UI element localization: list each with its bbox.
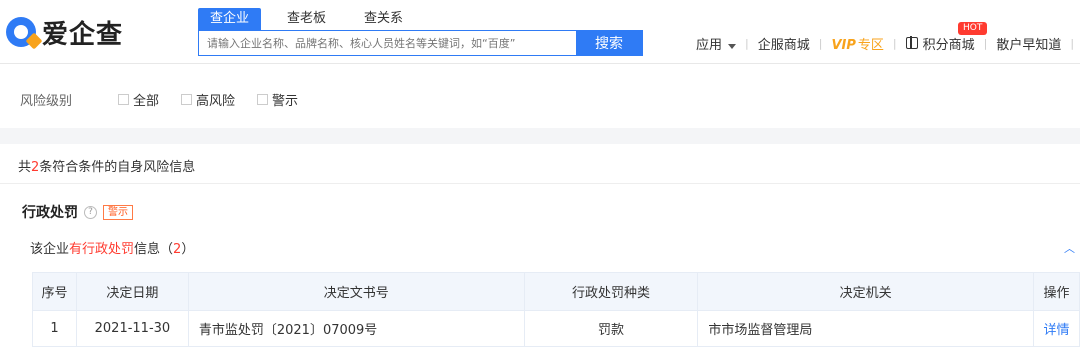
tab-company[interactable]: 查企业 [198, 8, 262, 30]
logo[interactable]: 爱企查 [6, 12, 123, 52]
filter-all[interactable]: 全部 [118, 90, 159, 109]
table-row: 1 2021-11-30 青市监处罚〔2021〕07009号 罚款 市市场监督管… [32, 310, 1080, 347]
table-header-row: 序号 决定日期 决定文书号 行政处罚种类 决定机关 操作 [32, 272, 1080, 311]
result-summary: 共2条符合条件的自身风险信息 [0, 144, 1080, 184]
col-action: 操作 [1033, 272, 1080, 311]
nav-investor[interactable]: 散户早知道 [996, 34, 1061, 53]
nav-vip-zone[interactable]: VIP 专区 [831, 34, 883, 53]
search-input[interactable] [199, 31, 576, 55]
tab-boss[interactable]: 查老板 [275, 8, 338, 30]
top-nav: 应用 | 企服商城 | VIP 专区 | 积分商城 | 散户早知道 | [696, 34, 1080, 53]
logo-text: 爱企查 [42, 19, 124, 50]
gift-icon [905, 36, 918, 49]
help-icon[interactable]: ? [84, 205, 97, 219]
detail-link[interactable]: 详情 [1043, 323, 1069, 338]
checkbox[interactable] [118, 94, 129, 105]
cell-authority: 市市场监督管理局 [697, 310, 1034, 347]
chevron-up-icon[interactable]: ︿ [1064, 240, 1075, 256]
filter-label: 风险级别 [20, 94, 73, 109]
search-button[interactable]: 搜索 [576, 31, 642, 55]
checkbox[interactable] [181, 94, 193, 105]
cell-penalty-type: 罚款 [523, 310, 699, 347]
section-subheading: 该企业有行政处罚信息（2） [30, 242, 195, 257]
divider-band [0, 128, 1080, 144]
cell-action: 详情 [1033, 310, 1080, 347]
col-penalty-type: 行政处罚种类 [523, 272, 699, 311]
cell-date: 2021-11-30 [75, 310, 189, 347]
nav-points-mall[interactable]: 积分商城 [905, 34, 975, 53]
search-box: 搜索 [198, 30, 643, 56]
warning-tag: 警示 [103, 204, 133, 220]
logo-icon [6, 17, 43, 50]
filter-options: 全部 高风险 警示 [118, 90, 298, 109]
penalty-table: 序号 决定日期 决定文书号 行政处罚种类 决定机关 操作 1 2021-11-3… [32, 272, 1080, 347]
checkbox[interactable] [257, 94, 269, 105]
nav-service-mall[interactable]: 企服商城 [758, 34, 810, 53]
section-title: 行政处罚 ? 警示 [22, 202, 133, 222]
filter-high-risk[interactable]: 高风险 [181, 90, 235, 109]
tab-relation[interactable]: 查关系 [352, 8, 415, 30]
filter-warning[interactable]: 警示 [257, 90, 298, 109]
chevron-down-icon [728, 44, 737, 49]
search-tabs: 查企业 查老板 查关系 [198, 8, 429, 30]
risk-filter: 风险级别 全部 高风险 警示 [0, 64, 1080, 128]
top-header: 爱企查 查企业 查老板 查关系 搜索 HOT 应用 | 企服商城 | VIP专区… [0, 0, 1080, 64]
nav-app[interactable]: 应用 [696, 34, 737, 53]
col-index: 序号 [32, 272, 77, 311]
cell-doc-number: 青市监处罚〔2021〕07009号 [187, 310, 525, 347]
cell-index: 1 [32, 310, 77, 347]
col-authority: 决定机关 [697, 272, 1034, 311]
col-date: 决定日期 [75, 272, 189, 311]
col-doc-number: 决定文书号 [187, 272, 525, 311]
